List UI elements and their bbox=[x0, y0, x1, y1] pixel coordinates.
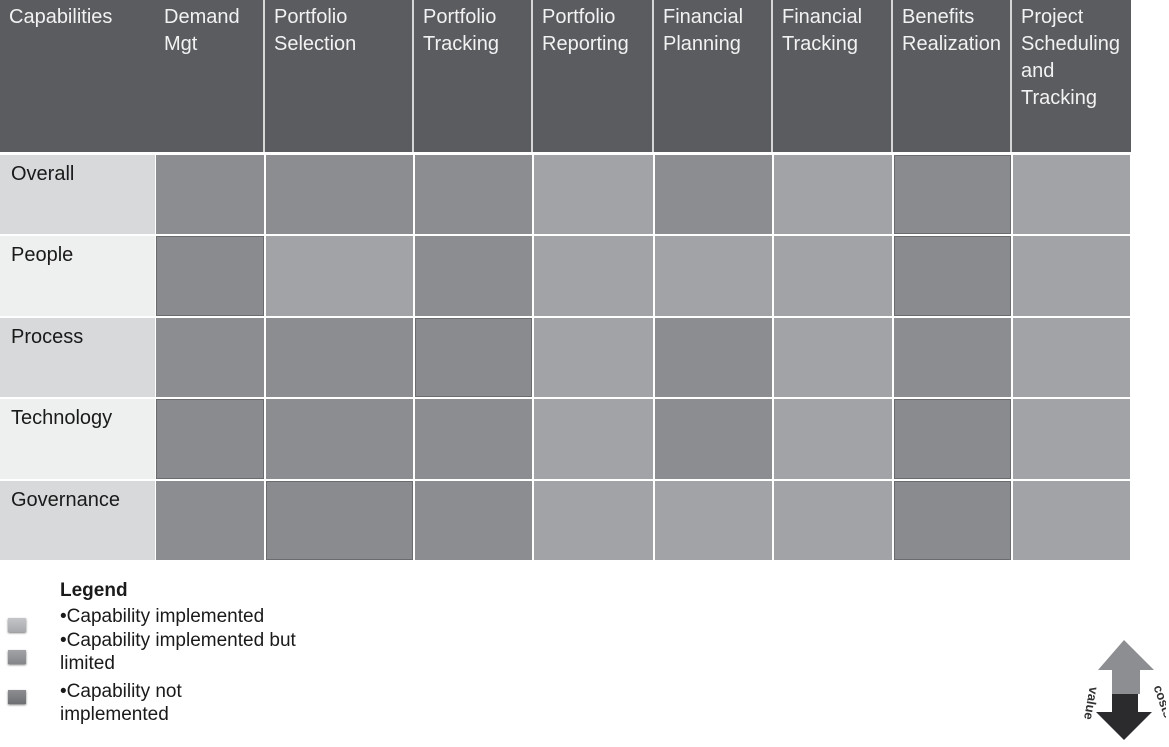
matrix-cell-implemented bbox=[534, 318, 653, 397]
legend-swatch-limited bbox=[8, 650, 26, 664]
row-label: Technology bbox=[0, 399, 155, 479]
legend: Legend •Capability implemented •Capabili… bbox=[0, 580, 340, 740]
matrix-cell-limited bbox=[415, 481, 532, 560]
matrix-cell-implemented bbox=[1013, 481, 1130, 560]
legend-swatch-implemented bbox=[8, 618, 26, 632]
logo-value-text: value bbox=[1082, 686, 1102, 721]
matrix-cell-implemented bbox=[1013, 399, 1130, 479]
logo-costs-text: costs bbox=[1151, 683, 1166, 720]
matrix-cell-not bbox=[266, 481, 413, 560]
matrix-cell-implemented bbox=[774, 155, 892, 234]
column-header: Portfolio Tracking bbox=[414, 0, 533, 152]
matrix-cell-not bbox=[894, 399, 1011, 479]
matrix-cell-implemented bbox=[774, 318, 892, 397]
matrix-cell-limited bbox=[266, 399, 413, 479]
matrix-cell-implemented bbox=[534, 236, 653, 316]
matrix-cell-limited bbox=[415, 155, 532, 234]
legend-item-not-implemented: •Capability not implemented bbox=[60, 681, 182, 725]
matrix-cell-implemented bbox=[534, 155, 653, 234]
row-label: Governance bbox=[0, 481, 155, 560]
matrix-cell-not bbox=[894, 236, 1011, 316]
matrix-cell-implemented bbox=[534, 481, 653, 560]
matrix-cell-not bbox=[894, 481, 1011, 560]
matrix-cell-implemented bbox=[266, 236, 413, 316]
matrix-cell-limited bbox=[156, 155, 264, 234]
column-header: Benefits Realization bbox=[893, 0, 1012, 152]
matrix-cell-limited bbox=[156, 318, 264, 397]
matrix-cell-implemented bbox=[534, 399, 653, 479]
matrix-cell-implemented bbox=[774, 236, 892, 316]
row-label: Overall bbox=[0, 155, 155, 234]
matrix-cell-limited bbox=[415, 399, 532, 479]
column-header: Demand Mgt bbox=[155, 0, 265, 152]
matrix-cell-limited bbox=[655, 399, 772, 479]
row-label: People bbox=[0, 236, 155, 316]
column-header: Financial Planning bbox=[654, 0, 773, 152]
column-header: Project Scheduling and Tracking bbox=[1012, 0, 1131, 152]
matrix-cell-not bbox=[415, 318, 532, 397]
matrix-cell-implemented bbox=[1013, 236, 1130, 316]
matrix-cell-limited bbox=[266, 155, 413, 234]
matrix-cell-limited bbox=[894, 318, 1011, 397]
matrix-cell-limited bbox=[156, 481, 264, 560]
matrix-cell-not bbox=[156, 399, 264, 479]
matrix-cell-limited bbox=[655, 155, 772, 234]
matrix-cell-implemented bbox=[1013, 155, 1130, 234]
legend-title: Legend bbox=[60, 580, 128, 601]
header-corner: Capabilities bbox=[0, 0, 157, 152]
up-arrow-icon bbox=[1098, 640, 1154, 694]
legend-item-implemented: •Capability implemented bbox=[60, 606, 265, 627]
column-header: Financial Tracking bbox=[773, 0, 893, 152]
matrix-cell-limited bbox=[266, 318, 413, 397]
column-header: Portfolio Reporting bbox=[533, 0, 654, 152]
column-header: Portfolio Selection bbox=[265, 0, 414, 152]
legend-swatch-not-implemented bbox=[8, 690, 26, 704]
matrix-cell-implemented bbox=[655, 236, 772, 316]
matrix-cell-implemented bbox=[774, 399, 892, 479]
matrix-cell-implemented bbox=[1013, 318, 1130, 397]
matrix-cell-not bbox=[894, 155, 1011, 234]
capability-matrix: Capabilities Demand Mgt Portfolio Selecti… bbox=[0, 0, 1131, 562]
legend-item-limited: •Capability implemented but limited bbox=[60, 630, 296, 674]
row-label: Process bbox=[0, 318, 155, 397]
matrix-cell-implemented bbox=[774, 481, 892, 560]
down-arrow-icon bbox=[1096, 694, 1152, 740]
matrix-cell-limited bbox=[655, 318, 772, 397]
value-costs-logo: value costs bbox=[1082, 640, 1166, 740]
matrix-cell-limited bbox=[415, 236, 532, 316]
matrix-cell-not bbox=[156, 236, 264, 316]
matrix-cell-implemented bbox=[655, 481, 772, 560]
